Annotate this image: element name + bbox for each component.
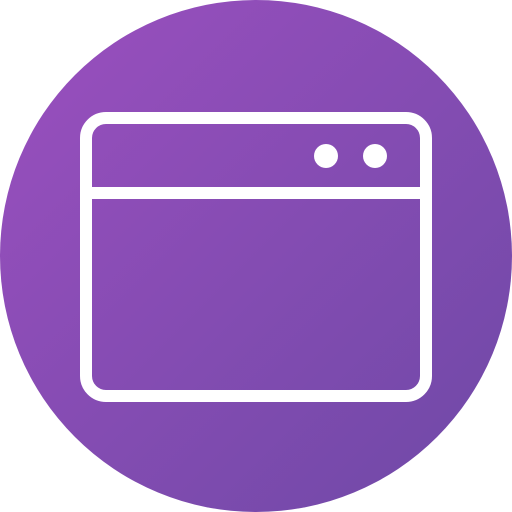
app-icon-stage <box>0 0 512 512</box>
browser-window-icon <box>0 0 512 512</box>
background-circle <box>0 0 512 512</box>
window-control-dot-1 <box>314 144 338 168</box>
window-control-dot-2 <box>363 144 387 168</box>
